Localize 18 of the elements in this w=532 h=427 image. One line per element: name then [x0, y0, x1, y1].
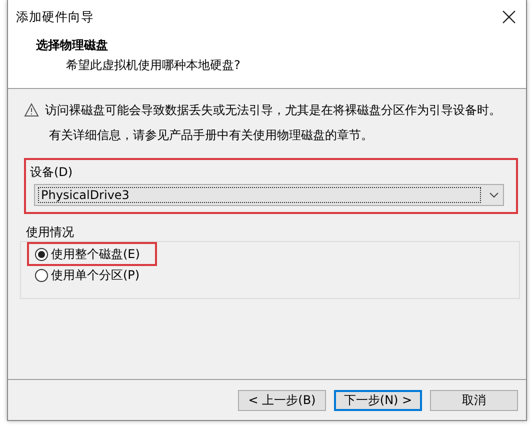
chevron-down-icon — [489, 192, 499, 198]
warning-text: 访问裸磁盘可能会导致数据丢失或无法引导，尤其是在将裸磁盘分区作为引导设备时。 — [45, 102, 501, 118]
radio-button[interactable] — [35, 269, 48, 282]
radio-label[interactable]: 使用整个磁盘(E) — [51, 246, 140, 263]
dialog-button[interactable]: < 上一步(B) — [238, 390, 326, 411]
dialog-button[interactable]: 取消 — [430, 390, 518, 411]
group-label: 使用情况 — [26, 224, 75, 241]
window-title: 添加硬件向导 — [16, 8, 94, 26]
device-label: 设备(D) — [30, 164, 74, 181]
radio-label[interactable]: 使用单个分区(P) — [51, 267, 140, 284]
page-subtitle: 希望此虚拟机使用哪种本地硬盘? — [66, 57, 242, 74]
warning-icon — [24, 103, 39, 117]
dialog-button[interactable]: 下一步(N) > — [334, 390, 422, 411]
info-text: 有关详细信息，请参见产品手册中有关使用物理磁盘的章节。 — [49, 127, 374, 144]
radio-button[interactable] — [35, 248, 48, 261]
close-icon[interactable] — [502, 10, 516, 24]
page-title: 选择物理磁盘 — [36, 37, 109, 54]
device-dropdown[interactable]: PhysicalDrive3 — [34, 184, 504, 206]
